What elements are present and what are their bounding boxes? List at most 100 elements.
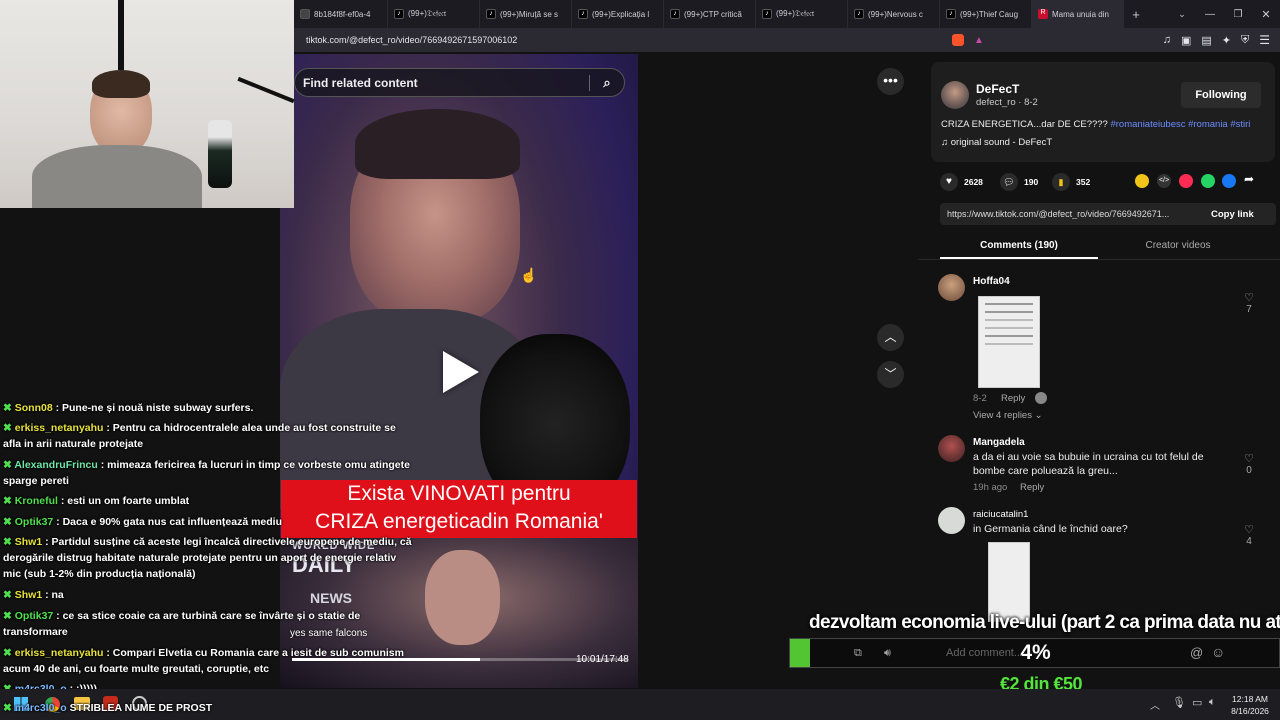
comment-image-line	[985, 327, 1033, 329]
mic-body	[208, 120, 232, 188]
clock[interactable]: 12:18 AM 8/16/2026	[1226, 693, 1274, 717]
speaker-tray-icon[interactable]: 🔈︎	[1209, 696, 1216, 709]
new-tab-button[interactable]: +	[1124, 7, 1148, 22]
share-arrow-icon[interactable]: ➦	[1244, 172, 1254, 186]
comment-like-button[interactable]: ♡ 7	[1241, 291, 1257, 315]
at-mention-icon[interactable]: @	[1190, 645, 1203, 660]
goal-progress-bar: 4% Add comment... @ ☺ ⧉ 🔊︎	[789, 638, 1280, 668]
webcam-person-body	[32, 145, 202, 208]
browser-tab[interactable]: ♪ (99+)Miruță se s	[480, 0, 572, 28]
comment-like-button[interactable]: ♡ 0	[1241, 452, 1257, 476]
next-video-button[interactable]: ﹀	[877, 361, 904, 388]
browser-tab-active[interactable]: R Mama unuia din	[1032, 0, 1124, 28]
chat-badge: ✖	[3, 610, 12, 622]
browser-tab[interactable]: ♪ (99+)𝔇𝔢𝔣𝔢𝔠𝔱	[388, 0, 480, 28]
media-icon[interactable]: ♫	[1163, 34, 1171, 46]
comment-avatar[interactable]	[938, 274, 965, 301]
reply-button[interactable]: Reply	[1020, 482, 1044, 493]
comment-image[interactable]	[978, 296, 1040, 388]
browser-tab[interactable]: ♪ (99+)Explicația l	[572, 0, 664, 28]
search-input[interactable]: Find related content ⌕	[294, 68, 625, 97]
share-link-text[interactable]: https://www.tiktok.com/@defect_ro/video/…	[947, 209, 1205, 219]
chat-message: ✖ Sonn08 : Pune-ne și nouă niste subway …	[3, 402, 254, 414]
minimize-button[interactable]: —	[1196, 9, 1224, 20]
chat-badge: ✖	[3, 459, 12, 471]
facebook-icon[interactable]	[1222, 174, 1236, 188]
show-hidden-icons[interactable]: ︿	[1150, 697, 1160, 712]
chevron-down-icon: ⌄	[1034, 410, 1043, 421]
chat-badge: ✖	[3, 702, 12, 714]
rewards-triangle-icon[interactable]: ▲	[974, 35, 984, 46]
browser-tab[interactable]: ♪ (99+)Nervous c	[848, 0, 940, 28]
creator-handle-line: defect_ro · 8-2	[976, 97, 1038, 108]
tabs-divider	[918, 259, 1280, 260]
menu-icon[interactable]: ☰	[1259, 33, 1270, 47]
chat-message: ✖ Optik37 : Daca e 90% gata nus cat infl…	[3, 516, 283, 528]
red-r-icon: R	[1038, 9, 1048, 19]
sound-line[interactable]: ♫ original sound - DeFecT	[941, 137, 1052, 148]
comment-like-button[interactable]: ♡ 4	[1241, 523, 1257, 547]
comment-count-button[interactable]: 💬︎ 190	[1000, 173, 1038, 191]
close-window-button[interactable]: ✕	[1252, 8, 1280, 21]
like-button[interactable]: ♥ 2628	[940, 173, 983, 191]
leo-icon[interactable]: ✦	[1222, 34, 1231, 47]
volume-icon[interactable]: 🔊︎	[884, 647, 891, 660]
webcam-person-hair	[92, 70, 150, 98]
emoji-icon[interactable]: ☺	[1211, 644, 1225, 660]
brave-shield-icon[interactable]	[952, 34, 964, 46]
heart-outline-icon: ♡	[1244, 292, 1254, 304]
webcam-overlay	[0, 0, 294, 208]
news-person	[425, 550, 500, 645]
video-hair	[355, 109, 520, 179]
chat-badge: ✖	[3, 589, 12, 601]
microphone-tray-icon[interactable]: 🎙︎	[1172, 696, 1186, 709]
comment-image-line	[985, 303, 1033, 305]
comment-image[interactable]	[988, 542, 1030, 622]
music-note-icon: ♫	[941, 137, 949, 148]
sidebar-icon[interactable]: ▣	[1181, 34, 1191, 47]
comment-author[interactable]: Hoffa04	[973, 276, 1010, 287]
address-bar: tiktok.com/@defect_ro/video/766949267159…	[294, 28, 1280, 52]
monitor-tray-icon[interactable]: ▭	[1192, 696, 1202, 709]
browser-tab[interactable]: 8b184f8f-ef0a-4	[294, 0, 388, 28]
comment-author[interactable]: raiciucatalin1	[973, 509, 1028, 520]
tab-creator-videos[interactable]: Creator videos	[1098, 240, 1258, 251]
embed-icon[interactable]: </>	[1157, 174, 1171, 188]
more-options-button[interactable]: •••	[877, 68, 904, 95]
hashtags[interactable]: #romaniateiubesc #romania #stiri	[1110, 119, 1250, 130]
wallet-icon[interactable]: ▤	[1201, 34, 1211, 47]
comment-author[interactable]: Mangadela	[973, 437, 1025, 448]
tiktok-icon: ♪	[670, 9, 680, 19]
chat-message: ✖ AlexandruFrincu : mimeaza fericirea fa…	[3, 459, 410, 487]
search-icon[interactable]: ⌕	[590, 75, 624, 91]
chat-badge: ✖	[3, 402, 12, 414]
comment-avatar[interactable]	[938, 507, 965, 534]
chevron-down-icon[interactable]: ⌄	[1168, 9, 1196, 20]
previous-video-button[interactable]: ︿	[877, 324, 904, 351]
avatar[interactable]	[941, 81, 969, 109]
restore-button[interactable]: ❐	[1224, 9, 1252, 20]
comment-text: a da ei au voie sa bubuie in ucraina cu …	[973, 451, 1204, 477]
play-icon[interactable]	[443, 351, 479, 393]
save-button[interactable]: ▮ 352	[1052, 173, 1090, 191]
copy-link-button[interactable]: Copy link	[1211, 209, 1254, 220]
whatsapp-icon[interactable]	[1201, 174, 1215, 188]
picture-in-picture-icon[interactable]: ⧉	[854, 647, 862, 660]
tab-comments[interactable]: Comments (190)	[940, 240, 1098, 251]
view-replies-button[interactable]: View 4 replies ⌄	[973, 410, 1043, 421]
creator-name[interactable]: DeFecT	[976, 82, 1019, 96]
chat-caption: yes same falcons	[290, 628, 368, 639]
vpn-icon[interactable]: ⛨	[1241, 34, 1249, 47]
url-field[interactable]: tiktok.com/@defect_ro/video/766949267159…	[306, 35, 946, 45]
browser-tab[interactable]: ♪ (99+)Thief Caug	[940, 0, 1032, 28]
following-button[interactable]: Following	[1181, 82, 1261, 108]
send-icon[interactable]	[1179, 174, 1193, 188]
add-comment-input[interactable]: Add comment...	[946, 647, 1023, 659]
goal-title: dezvoltam economia live-ului (part 2 ca …	[809, 612, 1280, 633]
browser-tab[interactable]: ♪ (99+)CTP critică	[664, 0, 756, 28]
chat-message: ✖ erkiss_netanyahu : Compari Elvetia cu …	[3, 647, 404, 675]
coin-icon[interactable]	[1135, 174, 1149, 188]
comment-avatar[interactable]	[938, 435, 965, 462]
browser-tab[interactable]: ♪ (99+)𝔇𝔢𝔣𝔢𝔠𝔱	[756, 0, 848, 28]
reply-button[interactable]: Reply	[1001, 393, 1025, 404]
